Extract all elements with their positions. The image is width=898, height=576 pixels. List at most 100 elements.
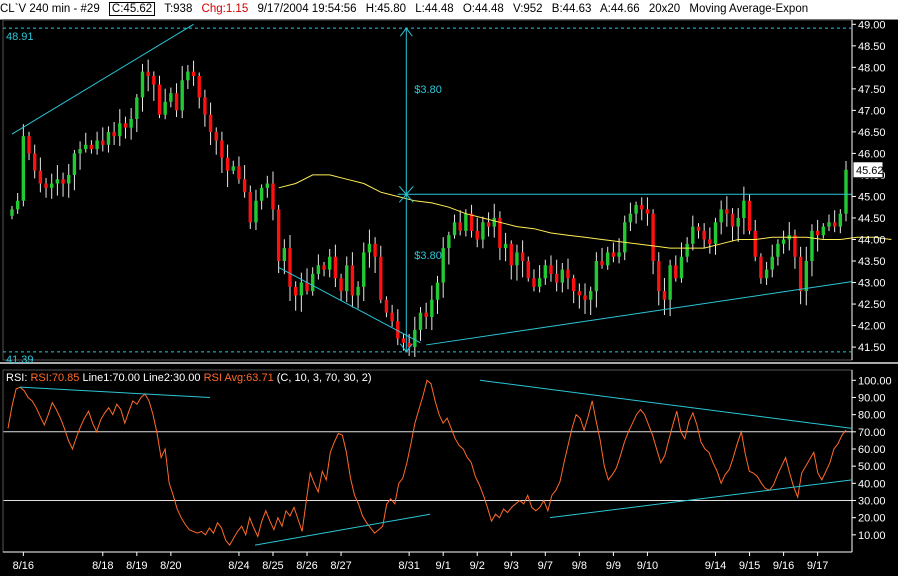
candle-body: [759, 256, 763, 279]
price-panel[interactable]: [10, 59, 892, 357]
price-axis-label: 42.50: [858, 299, 886, 311]
moving-average-line: [278, 174, 892, 249]
candle-body: [685, 243, 689, 257]
candle-body: [827, 222, 831, 227]
candle-body: [72, 153, 77, 175]
rsi-axis-label: 30.00: [858, 495, 886, 507]
trendline-lower-left: [278, 267, 421, 344]
price-axis-label: 45.00: [858, 191, 886, 203]
candle-body: [810, 230, 814, 262]
candle-body: [515, 252, 519, 266]
candle-body: [299, 282, 304, 296]
measure-label-top: $3.80: [414, 84, 442, 96]
candle-body: [101, 140, 105, 145]
candle-body: [55, 179, 60, 184]
candle-body: [135, 97, 139, 119]
candle-body: [27, 136, 31, 154]
candle-body: [203, 97, 207, 115]
candle-body: [362, 252, 366, 287]
candle-body: [418, 312, 423, 330]
measure-label-bottom: $3.80: [414, 250, 442, 262]
candle-body: [237, 166, 241, 180]
candle-body: [571, 278, 576, 292]
rsi-panel[interactable]: [3, 379, 852, 546]
candle-body: [640, 205, 644, 210]
candle-body: [730, 213, 735, 227]
candle-body: [350, 265, 355, 296]
candle-body: [197, 75, 201, 98]
time-axis-label: 8/26: [296, 560, 317, 572]
candle-body: [333, 256, 338, 279]
candle-body: [305, 282, 309, 292]
candle-body: [413, 329, 417, 348]
candle-body: [594, 261, 599, 292]
candle-body: [265, 183, 270, 188]
candle-body: [798, 256, 803, 292]
candle-body: [606, 252, 610, 266]
candle-body: [674, 265, 678, 279]
candle-body: [815, 230, 820, 236]
candle-body: [129, 118, 133, 128]
candle-body: [214, 131, 218, 141]
candle-body: [611, 252, 616, 257]
axes: 49.0048.5048.0047.5047.0046.5046.0045.50…: [0, 19, 898, 572]
candle-body: [651, 213, 655, 262]
candle-body: [384, 299, 389, 313]
rsi-trendline-top-right: [479, 379, 853, 429]
rsi-axis-label: 70.00: [858, 427, 886, 439]
bottom-level-label: 41.39: [6, 354, 34, 366]
price-axis-label: 46.00: [858, 148, 886, 160]
candle-body: [123, 123, 128, 128]
candle-body: [452, 222, 457, 236]
candle-body: [220, 140, 224, 158]
candle-body: [174, 93, 179, 111]
rsi-trendline-bottom-right: [549, 479, 853, 519]
time-axis-label: 8/27: [330, 560, 351, 572]
candle-body: [464, 213, 468, 231]
candle-body: [32, 153, 37, 171]
candle-body: [180, 80, 184, 111]
candle-body: [509, 243, 513, 266]
candle-body: [424, 312, 428, 317]
candle-body: [617, 252, 621, 257]
candle-body: [844, 169, 848, 214]
candle-body: [146, 71, 150, 76]
rsi-value: RSI:70.85: [30, 372, 80, 384]
candle-body: [475, 230, 479, 240]
candle-body: [169, 93, 173, 102]
price-chart[interactable]: 49.0048.5048.0047.5047.0046.5046.0045.50…: [0, 0, 898, 576]
rsi-axis-label: 20.00: [858, 513, 886, 525]
candle-body: [696, 226, 701, 231]
candle-body: [38, 170, 43, 184]
candle-body: [44, 183, 48, 188]
rsi-panel-frame: [2, 369, 853, 553]
candle-body: [560, 269, 565, 283]
candle-body: [367, 243, 372, 253]
time-axis-label: 9/10: [637, 560, 658, 572]
candle-body: [345, 265, 349, 292]
rsi-name: RSI:: [6, 372, 28, 384]
candle-body: [50, 183, 54, 188]
candle-body: [10, 209, 14, 216]
candle-body: [543, 265, 548, 279]
candle-body: [118, 123, 122, 137]
candle-body: [770, 256, 774, 270]
rsi-line2: Line2:30.00: [143, 372, 201, 384]
candle-body: [719, 209, 723, 223]
candle-body: [753, 230, 757, 257]
candle-body: [379, 256, 383, 300]
price-axis-label: 48.00: [858, 62, 886, 74]
candle-body: [430, 299, 434, 317]
candle-body: [764, 269, 769, 279]
candle-body: [106, 131, 111, 145]
price-axis-label: 46.50: [858, 127, 886, 139]
time-axis-label: 9/7: [538, 560, 553, 572]
price-axis-label: 44.00: [858, 234, 886, 246]
candle-body: [600, 261, 604, 266]
candle-body: [21, 136, 26, 201]
candle-body: [520, 252, 525, 262]
price-axis-label: 48.50: [858, 41, 886, 53]
time-axis-label: 8/18: [92, 560, 113, 572]
rsi-line: [7, 379, 847, 546]
candle-body: [736, 217, 740, 227]
